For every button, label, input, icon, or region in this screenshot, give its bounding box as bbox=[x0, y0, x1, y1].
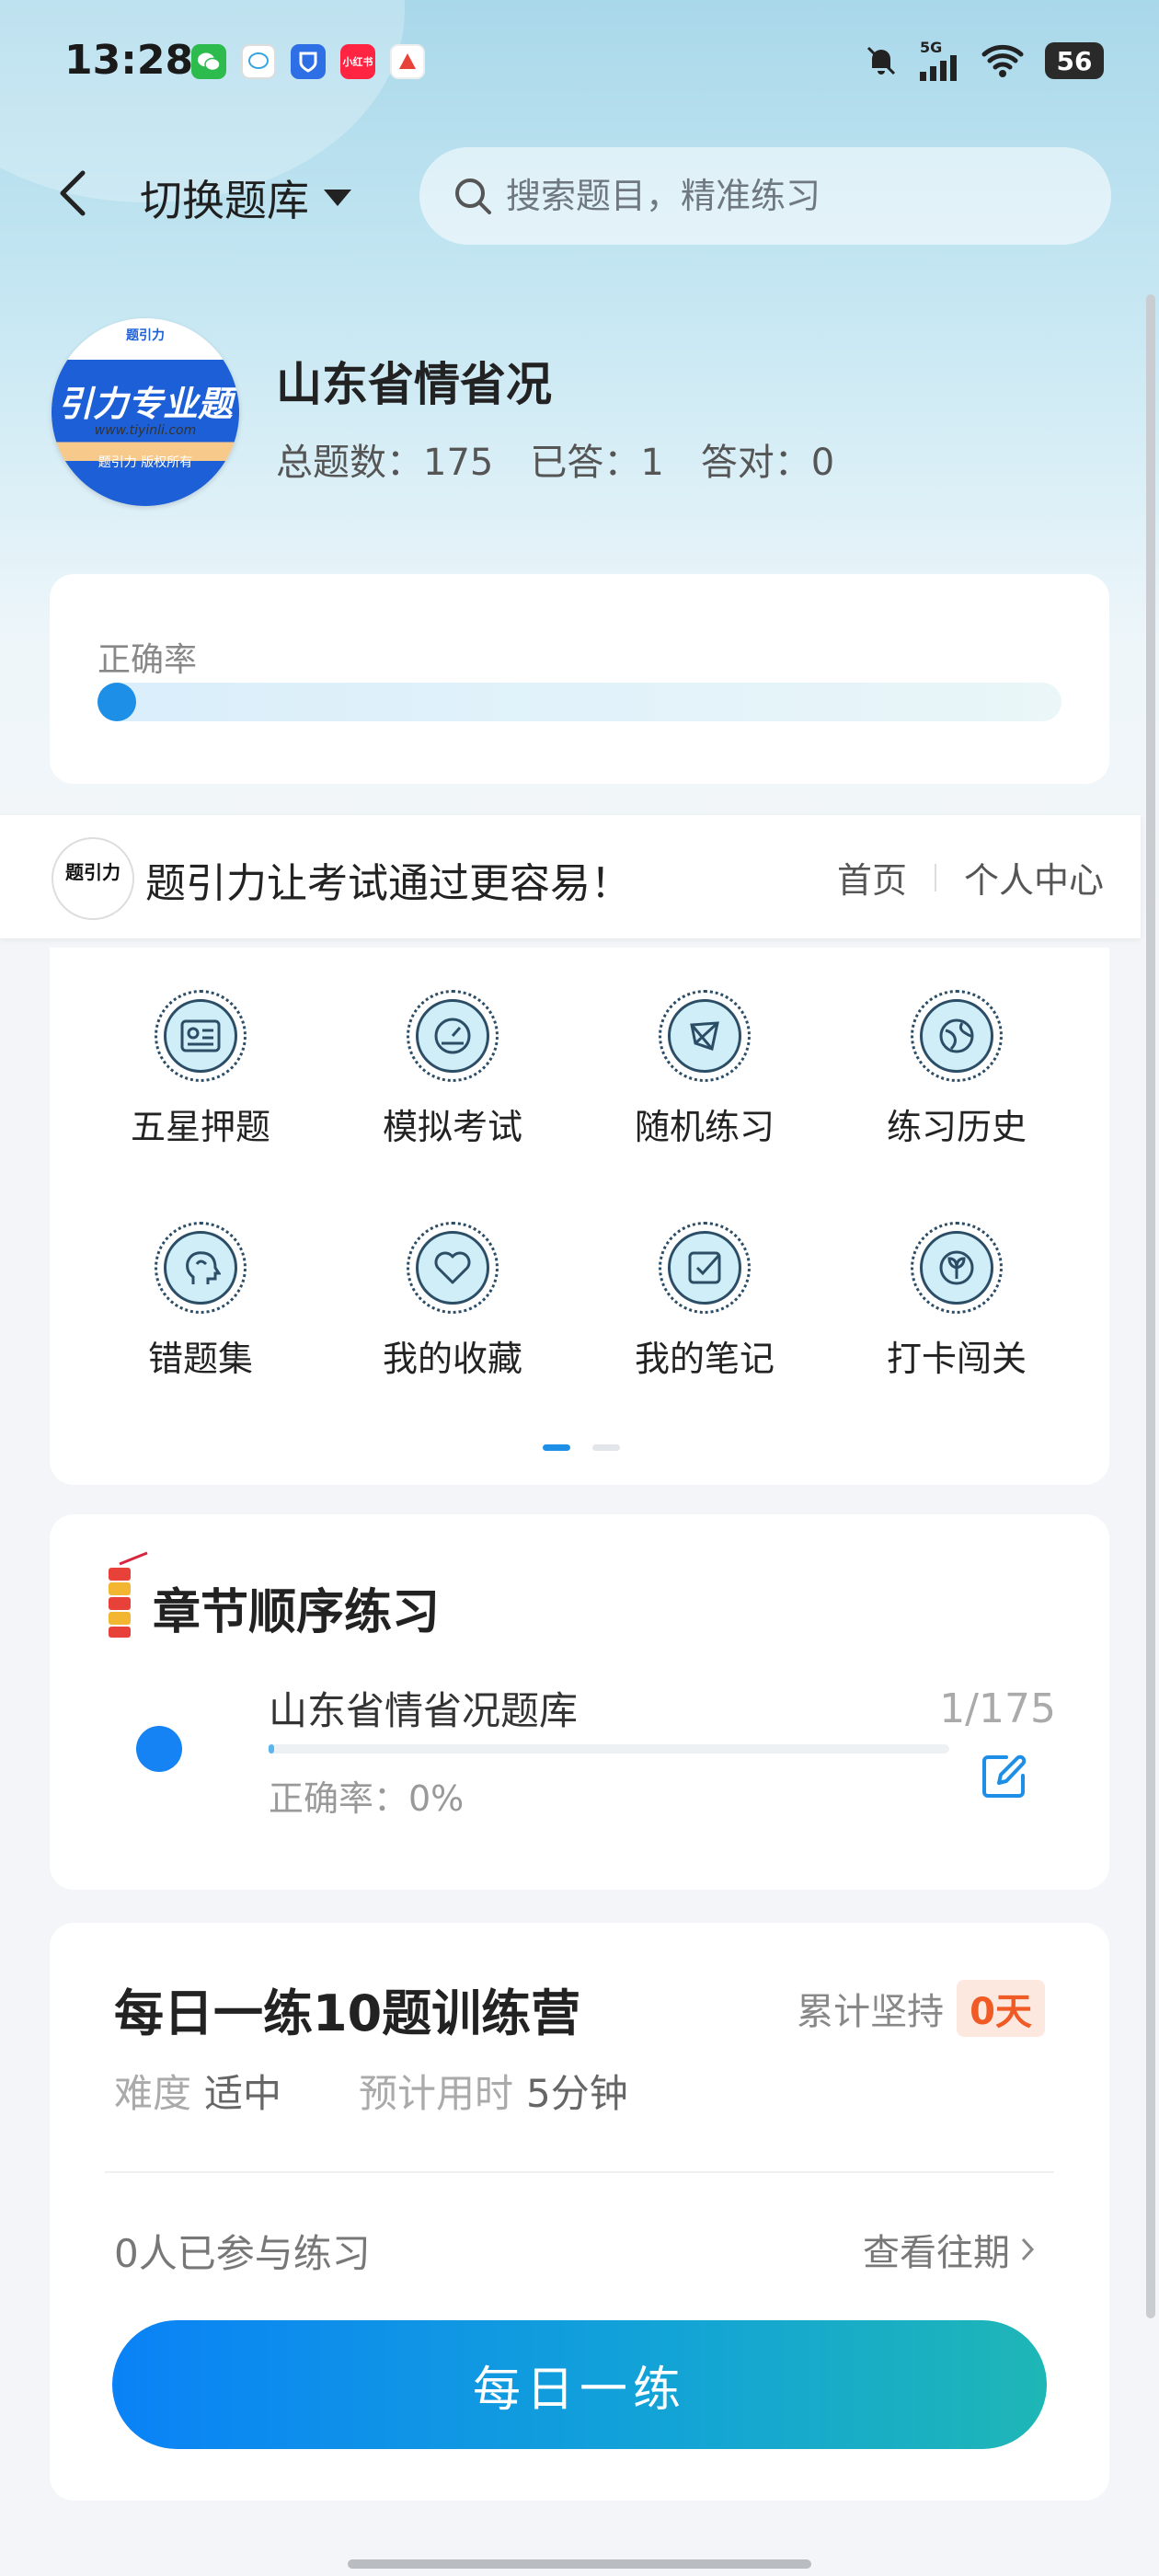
grid-label: 模拟考试 bbox=[382, 1107, 522, 1147]
caret-down-icon bbox=[324, 190, 351, 206]
accuracy-label: 正确率 bbox=[98, 641, 198, 679]
difficulty-value: 适中 bbox=[204, 2071, 282, 2116]
sprout-icon bbox=[911, 1222, 1003, 1314]
persist-label: 累计坚持 bbox=[797, 1991, 945, 2033]
grid-label: 我的收藏 bbox=[382, 1339, 522, 1379]
globe-icon bbox=[911, 990, 1003, 1082]
edit-icon[interactable] bbox=[979, 1750, 1030, 1801]
view-history-label: 查看往期 bbox=[863, 2232, 1010, 2274]
grid-label: 随机练习 bbox=[634, 1107, 775, 1147]
difficulty-key: 难度 bbox=[114, 2071, 192, 2116]
status-time: 13:28 bbox=[64, 37, 194, 84]
pager-dot bbox=[592, 1444, 620, 1451]
daily-practice-button[interactable]: 每日一练 bbox=[112, 2320, 1047, 2449]
function-grid: 五星押题 模拟考试 随机练习 练习历史 错题集 我的收藏 我的笔记 打卡闯关 bbox=[50, 948, 1109, 1485]
chapter-section-title: 章节顺序练习 bbox=[153, 1585, 441, 1640]
nav-divider bbox=[934, 863, 936, 891]
logo-bottom-text: 题引力 版权所有 bbox=[98, 455, 193, 470]
heart-icon bbox=[407, 1222, 499, 1314]
accuracy-marker bbox=[98, 683, 136, 721]
bank-logo: 题引力 引力专业题 www.tiyinli.com 题引力 版权所有 bbox=[52, 318, 239, 506]
search-input[interactable] bbox=[504, 175, 1078, 217]
arrow-app-icon bbox=[390, 44, 425, 79]
site-logo: 题引力 bbox=[52, 837, 134, 920]
site-slogan: 题引力让考试通过更容易！ bbox=[145, 860, 631, 907]
grid-item-history[interactable]: 练习历史 bbox=[855, 990, 1058, 1174]
chapter-status-dot bbox=[136, 1726, 182, 1772]
network-icon bbox=[659, 990, 751, 1082]
bank-stats: 总题数：175 已答：1 答对：0 bbox=[276, 432, 834, 486]
switch-bank-label: 切换题库 bbox=[140, 176, 309, 225]
search-bar[interactable] bbox=[419, 147, 1111, 245]
mute-bell-icon bbox=[866, 46, 896, 75]
wifi-icon bbox=[981, 44, 1024, 77]
grid-label: 练习历史 bbox=[886, 1107, 1027, 1147]
home-indicator[interactable] bbox=[348, 2559, 811, 2569]
time-key: 预计用时 bbox=[359, 2071, 514, 2116]
chapter-progress-bar bbox=[269, 1744, 949, 1754]
grid-item-random-practice[interactable]: 随机练习 bbox=[603, 990, 806, 1174]
nav-home-link[interactable]: 首页 bbox=[837, 852, 907, 903]
chapter-accuracy: 正确率：0% bbox=[269, 1778, 465, 1819]
time-value: 5分钟 bbox=[526, 2071, 628, 2116]
participants-count: 0人已参与练习 bbox=[114, 2231, 371, 2276]
gauge-icon bbox=[407, 990, 499, 1082]
correct-count: 答对：0 bbox=[700, 442, 835, 484]
status-indicators: 5G 56 bbox=[863, 40, 1104, 81]
network-type: 5G bbox=[920, 39, 943, 56]
grid-label: 错题集 bbox=[147, 1339, 253, 1379]
checkbox-icon bbox=[659, 1222, 751, 1314]
chapter-count: 1/175 bbox=[939, 1685, 1056, 1732]
nav-profile-link[interactable]: 个人中心 bbox=[964, 852, 1104, 903]
firecracker-icon bbox=[109, 1551, 148, 1638]
daily-practice-card: 每日一练10题训练营 累计坚持 0天 难度 适中 预计用时 5分钟 0人已参与练… bbox=[50, 1923, 1109, 2501]
back-arrow-icon[interactable] bbox=[55, 166, 92, 221]
chevron-right-icon bbox=[1021, 2237, 1035, 2261]
logo-url-text: www.tiyinli.com bbox=[94, 423, 197, 438]
nav-links: 首页 个人中心 bbox=[837, 852, 1104, 903]
grid-item-wrong-questions[interactable]: 错题集 bbox=[99, 1222, 302, 1406]
grid-item-checkin[interactable]: 打卡闯关 bbox=[855, 1222, 1058, 1406]
grid-label: 我的笔记 bbox=[634, 1339, 775, 1379]
grid-label: 打卡闯关 bbox=[886, 1339, 1027, 1379]
chapter-progress-fill bbox=[269, 1744, 274, 1754]
grid-label: 五星押题 bbox=[130, 1107, 270, 1147]
logo-main-text: 引力专业题 bbox=[57, 384, 233, 424]
logo-top-text: 题引力 bbox=[126, 328, 165, 343]
grid-item-favorites[interactable]: 我的收藏 bbox=[351, 1222, 554, 1406]
bank-title: 山东省情省况 bbox=[276, 358, 552, 411]
search-icon bbox=[455, 178, 491, 214]
answered-count: 已答：1 bbox=[530, 442, 664, 484]
scrollbar[interactable] bbox=[1146, 294, 1155, 2318]
id-card-icon bbox=[155, 990, 247, 1082]
wechat-icon bbox=[191, 44, 226, 79]
total-count: 总题数：175 bbox=[276, 442, 494, 484]
accuracy-card: 正确率 bbox=[50, 574, 1109, 784]
head-icon bbox=[155, 1222, 247, 1314]
daily-meta: 难度 适中 预计用时 5分钟 bbox=[114, 2063, 693, 2119]
daily-title: 每日一练10题训练营 bbox=[114, 1984, 581, 2042]
persist-days-badge: 0天 bbox=[957, 1980, 1045, 2037]
messages-icon bbox=[241, 44, 276, 79]
site-nav-bar: 题引力 题引力让考试通过更容易！ 首页 个人中心 bbox=[0, 815, 1141, 938]
signal-icon: 5G bbox=[920, 40, 960, 81]
shield-app-icon bbox=[291, 44, 326, 79]
chapter-name[interactable]: 山东省情省况题库 bbox=[269, 1680, 578, 1736]
switch-bank-dropdown[interactable]: 切换题库 bbox=[140, 167, 353, 228]
view-history-link[interactable]: 查看往期 bbox=[863, 2223, 1036, 2276]
battery-indicator: 56 bbox=[1045, 42, 1104, 79]
persist-streak: 累计坚持 0天 bbox=[797, 1980, 1045, 2037]
grid-item-notes[interactable]: 我的笔记 bbox=[603, 1222, 806, 1406]
pager-dot-active bbox=[543, 1444, 570, 1451]
grid-item-mock-exam[interactable]: 模拟考试 bbox=[351, 990, 554, 1174]
divider bbox=[105, 2171, 1054, 2173]
accuracy-bar bbox=[98, 683, 1061, 721]
chapter-practice-card: 章节顺序练习 山东省情省况题库 正确率：0% 1/175 bbox=[50, 1514, 1109, 1890]
site-logo-text: 题引力 bbox=[65, 861, 120, 883]
xiaohongshu-icon: 小红书 bbox=[340, 44, 375, 79]
grid-item-five-star[interactable]: 五星押题 bbox=[99, 990, 302, 1174]
